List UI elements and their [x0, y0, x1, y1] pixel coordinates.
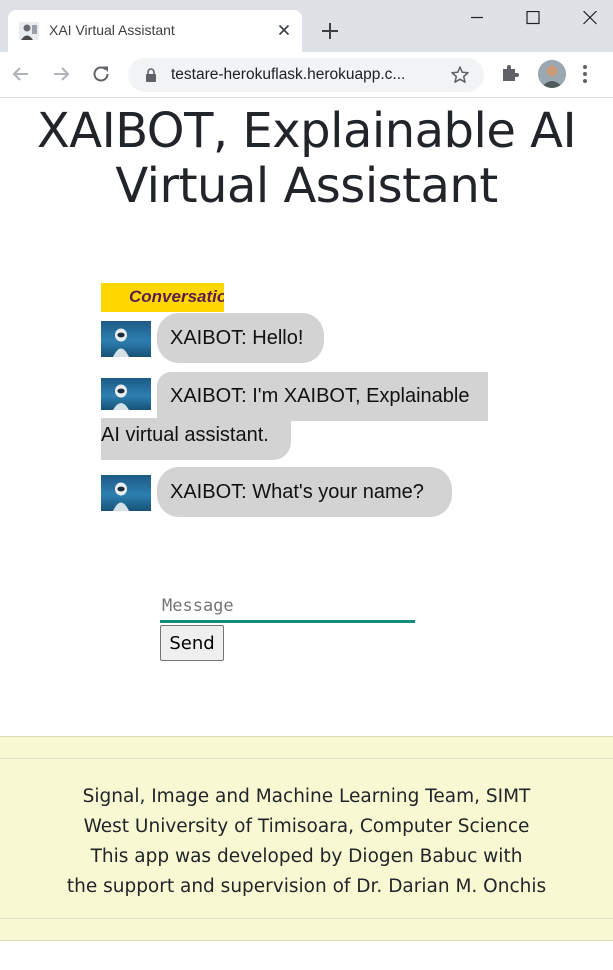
- maximize-window-icon[interactable]: [505, 0, 561, 36]
- footer-line: West University of Timisoara, Computer S…: [83, 816, 530, 837]
- minimize-window-icon[interactable]: [449, 0, 505, 36]
- footer-divider: [0, 758, 613, 759]
- bookmark-star-icon[interactable]: [450, 65, 470, 89]
- conversation-label: Conversation: [101, 283, 224, 312]
- more-menu-icon[interactable]: [582, 64, 588, 88]
- url-text: testare-herokuflask.herokuapp.c...: [171, 66, 406, 83]
- conversation-label-text: Conversation: [129, 287, 224, 306]
- bot-avatar-icon: [101, 378, 151, 410]
- close-tab-icon[interactable]: [274, 20, 294, 40]
- reload-icon[interactable]: [89, 62, 113, 86]
- page-title-line-2: Virtual Assistant: [115, 158, 498, 214]
- page-title-line-1: XAIBOT, Explainable AI: [36, 103, 577, 159]
- chat-message-text: XAIBOT: What's your name?: [170, 481, 424, 503]
- tab-title: XAI Virtual Assistant: [49, 22, 175, 38]
- chat-message-text: XAIBOT: Hello!: [170, 327, 304, 349]
- send-button[interactable]: Send: [160, 625, 224, 661]
- message-input[interactable]: [160, 591, 415, 623]
- lock-icon: [144, 68, 158, 87]
- browser-tab-strip: XAI Virtual Assistant: [0, 0, 613, 52]
- chat-message-bubble-continuation: AI virtual assistant.: [101, 418, 291, 460]
- footer-line: Signal, Image and Machine Learning Team,…: [82, 786, 531, 807]
- chat-message-bubble: XAIBOT: Hello!: [157, 313, 324, 363]
- chat-message-text-line-2: AI virtual assistant.: [101, 424, 269, 446]
- chat-message-bubble: XAIBOT: What's your name?: [157, 467, 452, 517]
- footer-text: Signal, Image and Machine Learning Team,…: [0, 782, 613, 902]
- forward-arrow-icon[interactable]: [49, 62, 73, 86]
- page-title: XAIBOT, Explainable AI Virtual Assistant: [0, 104, 613, 214]
- extensions-puzzle-icon[interactable]: [499, 62, 521, 88]
- browser-tab[interactable]: XAI Virtual Assistant: [8, 10, 302, 52]
- footer: Signal, Image and Machine Learning Team,…: [0, 736, 613, 941]
- close-window-icon[interactable]: [562, 0, 613, 36]
- profile-avatar[interactable]: [538, 60, 566, 88]
- footer-line: the support and supervision of Dr. Daria…: [66, 876, 547, 897]
- back-arrow-icon[interactable]: [9, 62, 33, 86]
- footer-divider: [0, 918, 613, 919]
- footer-line: This app was developed by Diogen Babuc w…: [90, 846, 523, 867]
- bot-avatar-icon: [101, 321, 151, 357]
- chat-message-text-line-1: XAIBOT: I'm XAIBOT, Explainable: [170, 385, 470, 407]
- address-bar[interactable]: testare-herokuflask.herokuapp.c...: [128, 58, 484, 92]
- bot-avatar-icon: [101, 475, 151, 511]
- chat-message-bubble: XAIBOT: I'm XAIBOT, Explainable: [157, 372, 488, 421]
- page-content: XAIBOT, Explainable AI Virtual Assistant…: [0, 98, 613, 970]
- favicon-icon: [19, 22, 39, 40]
- new-tab-icon[interactable]: [318, 19, 342, 43]
- browser-toolbar: testare-herokuflask.herokuapp.c...: [0, 52, 613, 98]
